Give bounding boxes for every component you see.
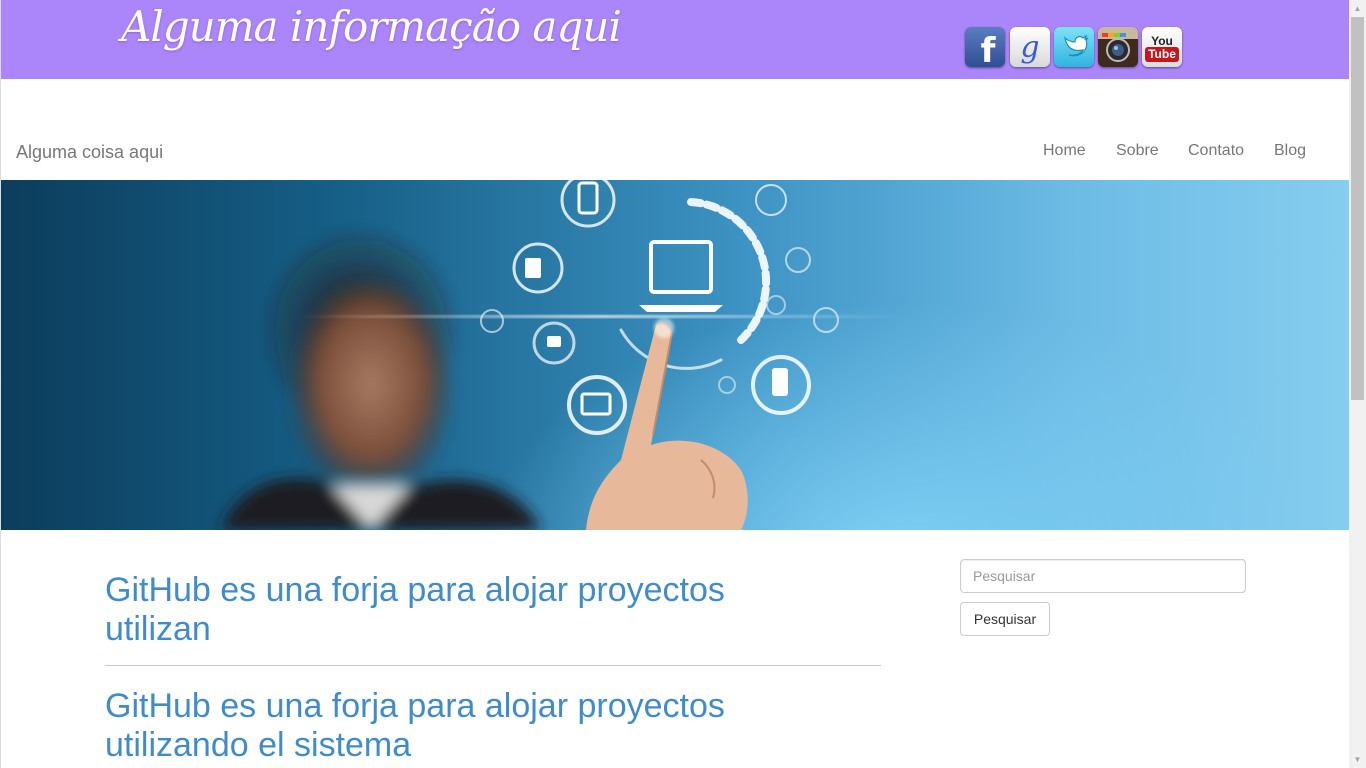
instagram-icon[interactable] bbox=[1098, 27, 1138, 67]
twitter-bird-icon bbox=[1064, 34, 1089, 57]
post-title-link[interactable]: GitHub es una forja para alojar proyecto… bbox=[105, 571, 805, 649]
post-title-link[interactable]: GitHub es una forja para alojar proyecto… bbox=[105, 687, 805, 765]
scroll-up-arrow-icon[interactable]: ▲ bbox=[1349, 0, 1366, 17]
search-input[interactable] bbox=[960, 559, 1246, 593]
nav-link-sobre[interactable]: Sobre bbox=[1116, 142, 1159, 160]
laptop-icon bbox=[639, 240, 723, 312]
hero-illustration bbox=[221, 180, 901, 530]
post-divider bbox=[105, 665, 881, 666]
blurred-person bbox=[221, 230, 541, 530]
camera-lens-icon bbox=[1102, 33, 1130, 62]
nav-link-contato[interactable]: Contato bbox=[1188, 142, 1244, 160]
vertical-scrollbar[interactable]: ▲ ▼ bbox=[1349, 0, 1366, 768]
camera-icon bbox=[547, 336, 561, 347]
camcorder-icon bbox=[525, 258, 541, 278]
hero-image bbox=[1, 180, 1349, 530]
youtube-icon[interactable]: You Tube bbox=[1142, 27, 1182, 67]
phone-icon bbox=[577, 181, 599, 215]
page: Alguma informação aqui f g You Tube Algu… bbox=[0, 0, 1349, 768]
search-button[interactable]: Pesquisar bbox=[960, 602, 1050, 636]
pointing-hand bbox=[586, 318, 748, 530]
tv-icon bbox=[580, 392, 612, 416]
navbar-brand[interactable]: Alguma coisa aqui bbox=[16, 142, 163, 163]
top-banner: Alguma informação aqui f g You Tube bbox=[1, 0, 1349, 79]
scrollbar-thumb[interactable] bbox=[1351, 17, 1364, 400]
music-player-icon bbox=[772, 368, 788, 396]
nav-link-blog[interactable]: Blog bbox=[1274, 142, 1306, 160]
google-icon[interactable]: g bbox=[1010, 27, 1050, 67]
nav-link-home[interactable]: Home bbox=[1043, 142, 1086, 160]
navbar: Alguma coisa aqui Home Sobre Contato Blo… bbox=[1, 79, 1349, 180]
scroll-down-arrow-icon[interactable]: ▼ bbox=[1349, 751, 1366, 768]
header-tagline: Alguma informação aqui bbox=[121, 2, 622, 51]
facebook-icon[interactable]: f bbox=[965, 27, 1005, 67]
twitter-icon[interactable] bbox=[1054, 27, 1094, 67]
